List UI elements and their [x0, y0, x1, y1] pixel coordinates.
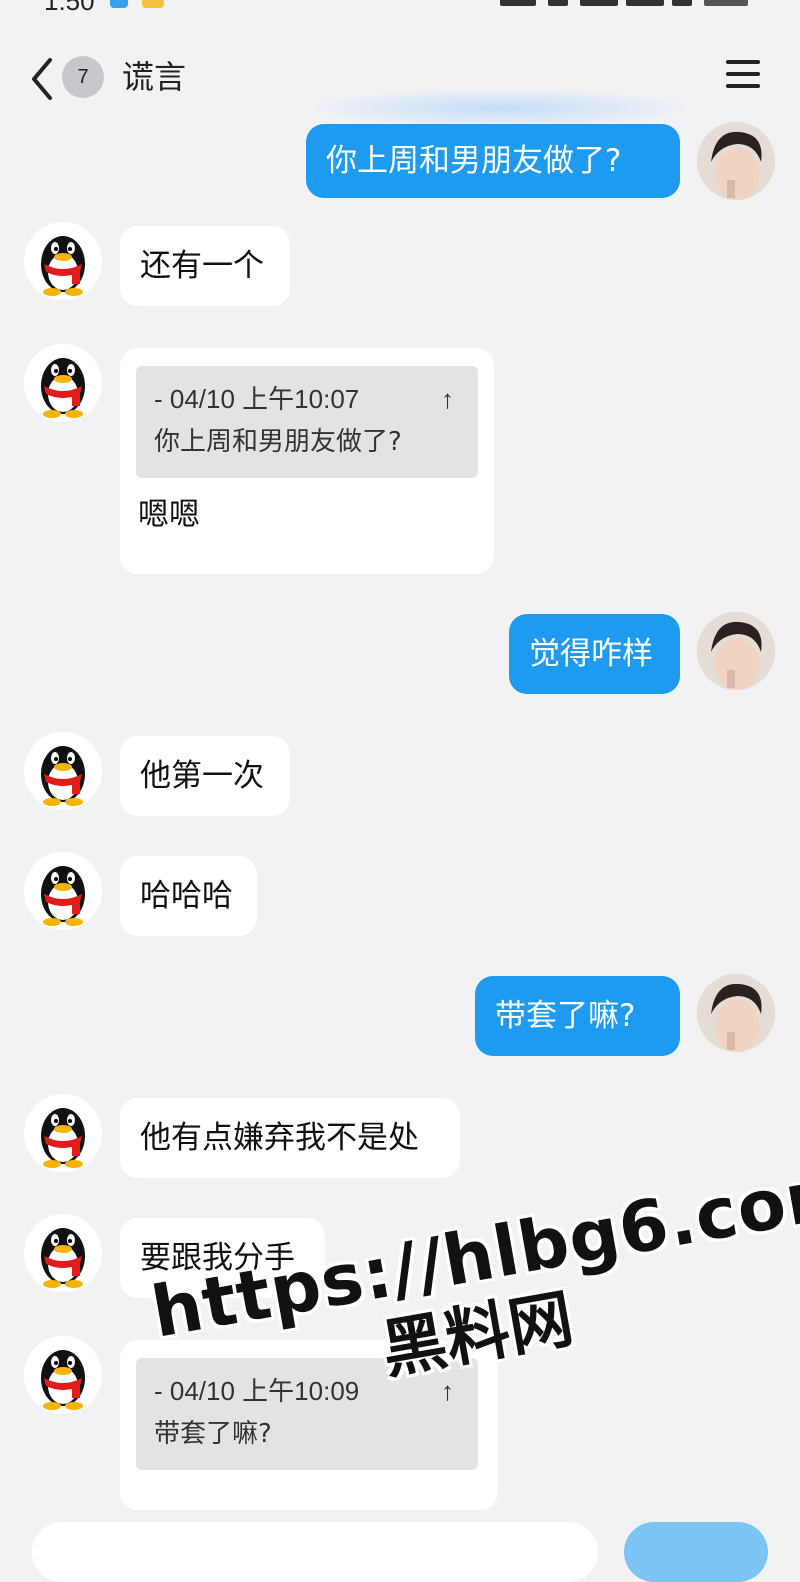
input-bar [0, 1510, 800, 1582]
quote-text: 带套了嘛? [154, 1419, 272, 1449]
quote-timestamp: - 04/10 上午10:09 ↑ [154, 1372, 460, 1410]
contact-avatar[interactable] [24, 222, 102, 300]
qq-penguin-icon [24, 344, 102, 422]
quote-timestamp: - 04/10 上午10:07 ↑ [154, 380, 460, 418]
qq-penguin-icon [24, 852, 102, 930]
qq-penguin-icon [24, 222, 102, 300]
self-avatar[interactable] [697, 122, 775, 200]
message-input[interactable] [32, 1522, 598, 1582]
self-avatar[interactable] [697, 612, 775, 690]
status-time: 1:50 [44, 0, 95, 14]
notification-icon [142, 0, 164, 8]
unread-count-badge[interactable]: 7 [62, 56, 104, 98]
hamburger-menu-icon[interactable] [726, 60, 760, 94]
incoming-reply-bubble[interactable]: - 04/10 上午10:07 ↑ 你上周和男朋友做了? 嗯嗯 [120, 348, 494, 574]
highlight-glow [300, 88, 700, 128]
qq-penguin-icon [24, 1214, 102, 1292]
contact-avatar[interactable] [24, 852, 102, 930]
contact-avatar[interactable] [24, 1214, 102, 1292]
status-bar: 1:50 [0, 0, 800, 14]
quoted-message[interactable]: - 04/10 上午10:09 ↑ 带套了嘛? [136, 1358, 478, 1470]
contact-avatar[interactable] [24, 1336, 102, 1414]
incoming-message-bubble[interactable]: 要跟我分手 [120, 1218, 325, 1298]
outgoing-message-bubble[interactable]: 你上周和男朋友做了? [306, 124, 680, 198]
quote-text: 你上周和男朋友做了? [154, 427, 402, 457]
outgoing-message-bubble[interactable]: 觉得咋样 [509, 614, 680, 694]
qq-penguin-icon [24, 732, 102, 810]
send-button[interactable] [624, 1522, 768, 1582]
contact-avatar[interactable] [24, 344, 102, 422]
notification-icon [110, 0, 128, 8]
chat-title: 谎言 [122, 58, 187, 96]
qq-penguin-icon [24, 1094, 102, 1172]
self-avatar[interactable] [697, 974, 775, 1052]
quote-arrow-icon[interactable]: ↑ [441, 380, 454, 418]
incoming-reply-bubble[interactable]: - 04/10 上午10:09 ↑ 带套了嘛? [120, 1340, 498, 1510]
back-button[interactable] [28, 54, 58, 104]
contact-avatar[interactable] [24, 732, 102, 810]
qq-penguin-icon [24, 1336, 102, 1414]
quoted-message[interactable]: - 04/10 上午10:07 ↑ 你上周和男朋友做了? [136, 366, 478, 478]
status-icons [500, 0, 750, 6]
outgoing-message-bubble[interactable]: 带套了嘛? [475, 976, 680, 1056]
incoming-message-bubble[interactable]: 哈哈哈 [120, 856, 257, 936]
incoming-message-bubble[interactable]: 还有一个 [120, 226, 290, 306]
contact-avatar[interactable] [24, 1094, 102, 1172]
incoming-message-bubble[interactable]: 他第一次 [120, 736, 290, 816]
reply-text: 嗯嗯 [138, 497, 200, 533]
chevron-left-icon [32, 58, 52, 100]
quote-arrow-icon[interactable]: ↑ [441, 1372, 454, 1410]
incoming-message-bubble[interactable]: 他有点嫌弃我不是处 [120, 1098, 460, 1178]
